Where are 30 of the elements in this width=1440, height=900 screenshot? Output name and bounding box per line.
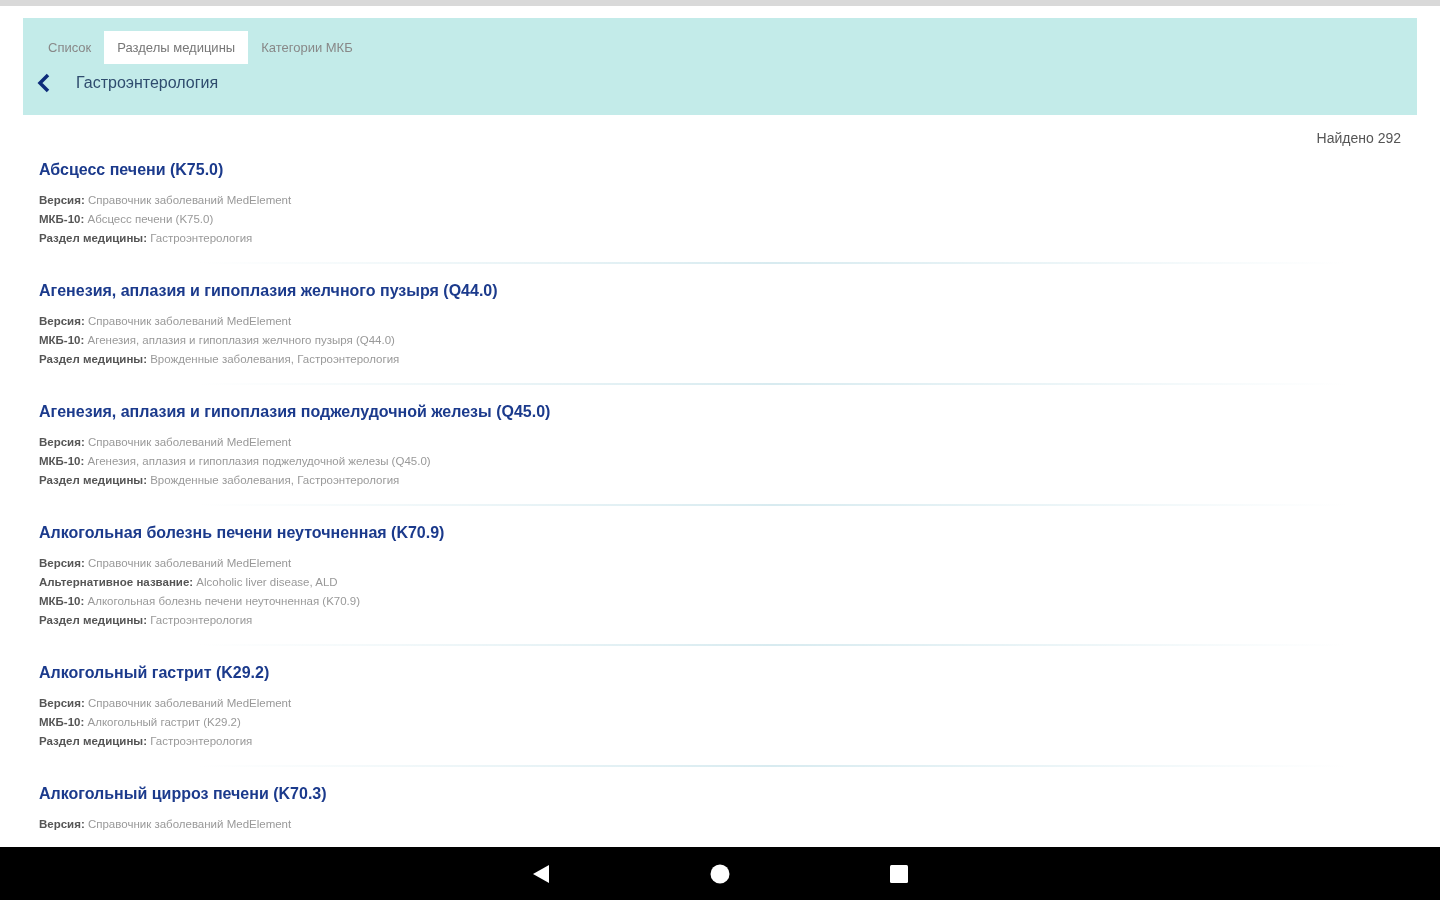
field-line: Версия: Справочник заболеваний MedElement bbox=[39, 314, 293, 329]
overview-square-icon[interactable] bbox=[890, 864, 908, 883]
disease-link[interactable]: Алкогольный цирроз печени (K70.3) bbox=[39, 784, 1417, 804]
disease-link[interactable]: Агенезия, аплазия и гипоплазия поджелудочной железы (Q45.0) bbox=[39, 402, 1417, 422]
back-triangle-icon[interactable] bbox=[532, 863, 550, 884]
disease-link[interactable]: Алкогольный гастрит (K29.2) bbox=[39, 663, 1417, 683]
field-line: Версия: Справочник заболеваний MedElement bbox=[39, 435, 293, 450]
field-line: Раздел медицины: Врожденные заболевания, Гастроэнтерология bbox=[39, 473, 401, 488]
disease-link[interactable]: Абсцесс печени (K75.0) bbox=[39, 160, 1417, 180]
field-line: МКБ-10: Алкогольная болезнь печени неуточненная (K70.9) bbox=[39, 594, 362, 609]
field-line: Версия: Справочник заболеваний MedElement bbox=[39, 193, 293, 208]
field-line: Версия: Справочник заболеваний MedElement bbox=[39, 556, 293, 571]
field-line: МКБ-10: Агенезия, аплазия и гипоплазия желчного пузыря (Q44.0) bbox=[39, 333, 396, 348]
field-line: Альтернативное название: Alcoholic liver disease, ALD bbox=[39, 575, 339, 590]
section-title: Гастроэнтерология bbox=[76, 73, 219, 93]
field-line: Раздел медицины: Гастроэнтерология bbox=[39, 734, 254, 749]
disease-link[interactable]: Агенезия, аплазия и гипоплазия желчного пузыря (Q44.0) bbox=[39, 281, 1417, 301]
disease-link[interactable]: Алкогольная болезнь печени неуточненная (K70.9) bbox=[39, 523, 1417, 543]
home-circle-icon[interactable] bbox=[710, 863, 730, 884]
tab[interactable]: Разделы медицины bbox=[104, 31, 249, 64]
field-line: Раздел медицины: Гастроэнтерология bbox=[39, 231, 254, 246]
results-count: Найдено 292 bbox=[1316, 129, 1401, 148]
back-icon[interactable] bbox=[37, 73, 51, 93]
field-line: Раздел медицины: Гастроэнтерология bbox=[39, 613, 254, 628]
field-line: Раздел медицины: Врожденные заболевания, Гастроэнтерология bbox=[39, 352, 401, 367]
field-line: МКБ-10: Алкогольный гастрит (K29.2) bbox=[39, 715, 242, 730]
field-line: МКБ-10: Абсцесс печени (K75.0) bbox=[39, 212, 215, 227]
field-line: Версия: Справочник заболеваний MedElement bbox=[39, 696, 293, 711]
field-line: МКБ-10: Агенезия, аплазия и гипоплазия поджелудочной железы (Q45.0) bbox=[39, 454, 432, 469]
field-line: Версия: Справочник заболеваний MedElement bbox=[39, 817, 293, 832]
